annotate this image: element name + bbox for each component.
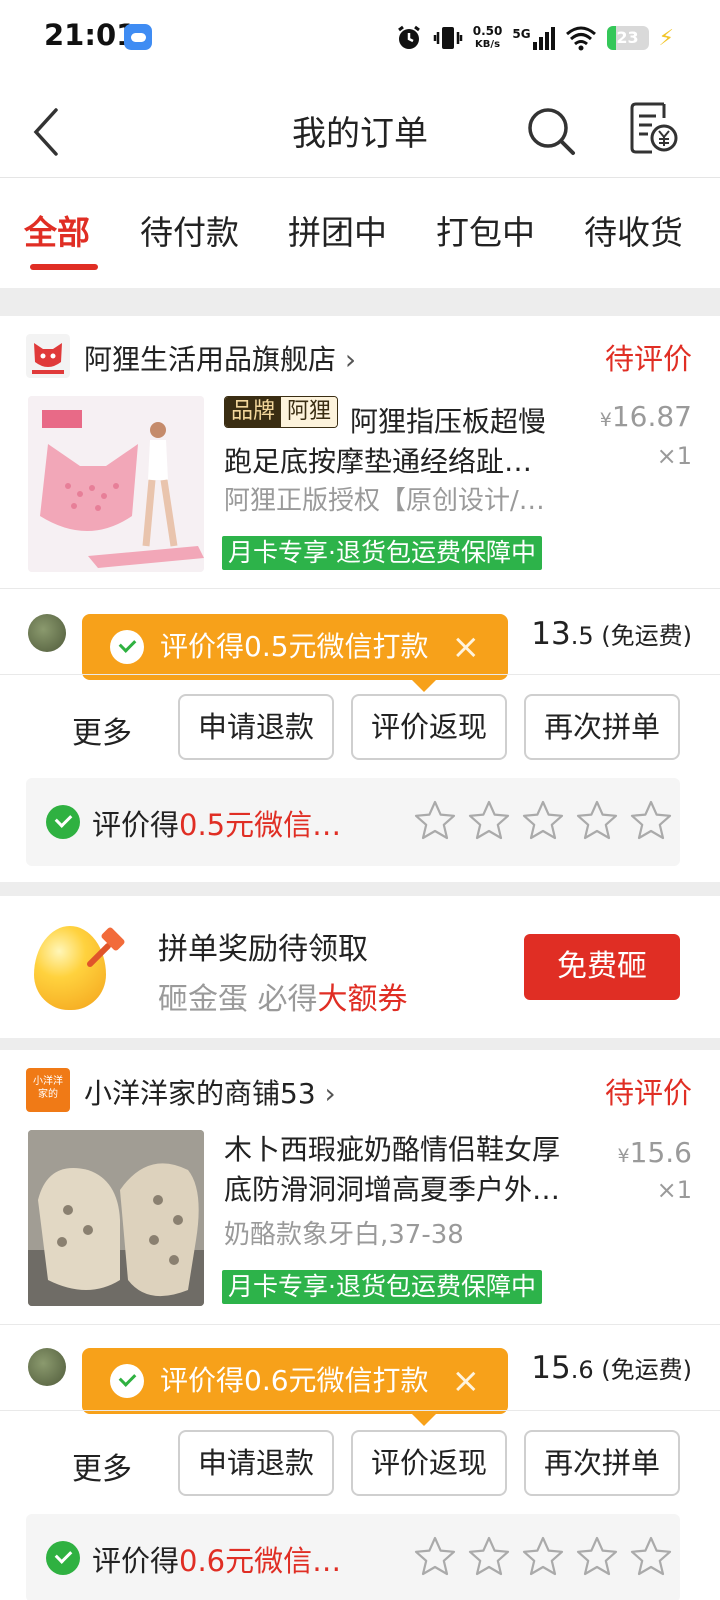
order-total: 13.5 (免运费): [531, 616, 692, 652]
order-status: 待评价: [604, 1076, 692, 1110]
tab-pending-receipt[interactable]: 待收货: [584, 206, 683, 254]
product-quantity: ×1: [656, 442, 692, 470]
review-reward-text: 评价得0.6元微信…: [92, 1544, 342, 1578]
net-speed: 0.50 KB/s: [472, 24, 503, 51]
divider: [0, 588, 720, 589]
avatar: [28, 614, 66, 652]
tab-packing[interactable]: 打包中: [436, 206, 535, 254]
product-price: ¥16.87: [599, 400, 692, 433]
reorder-button[interactable]: 再次拼单: [524, 1430, 680, 1496]
wechat-pay-icon: [110, 630, 144, 664]
review-reward-tooltip: 评价得0.6元微信打款 ×: [82, 1348, 508, 1426]
store-name[interactable]: 小洋洋家的商铺53 ›: [84, 1072, 336, 1112]
status-time: 21:01: [44, 18, 137, 52]
reward-subtitle: 砸金蛋 必得大额券: [158, 982, 408, 1017]
star-icon[interactable]: [412, 798, 458, 844]
refund-button[interactable]: 申请退款: [178, 694, 334, 760]
more-button[interactable]: 更多: [72, 708, 132, 752]
review-cashback-button[interactable]: 评价返现: [351, 694, 507, 760]
quick-review-box[interactable]: 评价得0.5元微信…: [26, 778, 680, 866]
tab-all[interactable]: 全部: [24, 206, 90, 254]
title-bar: 我的订单: [0, 76, 720, 178]
refund-button[interactable]: 申请退款: [178, 1430, 334, 1496]
product-spec: 阿狸正版授权【原创设计/…: [224, 486, 545, 516]
review-reward-tooltip: 评价得0.5元微信打款 ×: [82, 614, 508, 692]
store-name[interactable]: 阿狸生活用品旗舰店 ›: [84, 338, 356, 378]
close-icon[interactable]: ×: [452, 1348, 481, 1414]
divider: [0, 1410, 720, 1411]
star-icon[interactable]: [520, 1534, 566, 1580]
store-logo-ali[interactable]: [26, 334, 70, 378]
reward-banner: 拼单奖励待领取 砸金蛋 必得大额券 免费砸: [0, 896, 720, 1038]
previous-order-edge: [0, 276, 720, 288]
star-icon[interactable]: [574, 798, 620, 844]
chevron-right-icon: ›: [344, 343, 357, 376]
star-icon[interactable]: [628, 798, 674, 844]
more-button[interactable]: 更多: [72, 1444, 132, 1488]
wifi-icon: [565, 26, 596, 51]
tab-group-buying[interactable]: 拼团中: [288, 206, 387, 254]
status-icons: 0.50 KB/s 5G 23 ⚡: [395, 18, 674, 58]
hammer-icon: [87, 927, 125, 967]
reward-title: 拼单奖励待领取: [158, 932, 368, 967]
alarm-icon: [397, 25, 420, 49]
promo-badge: 月卡专享·退货包运费保障中: [222, 1270, 542, 1304]
product-title[interactable]: 品牌 阿狸 阿狸指压板超慢 跑足底按摩垫通经络趾…: [224, 396, 584, 482]
order-card: 阿狸生活用品旗舰店 › 待评价 品牌 阿狸 阿狸指压板超慢 跑足底按摩垫通经络趾… ¥…: [0, 316, 720, 882]
store-logo-xiaoyangyang[interactable]: 小洋洋 家的: [26, 1068, 70, 1112]
charging-icon: ⚡: [658, 25, 674, 51]
product-spec: 奶酪款象牙白,37-38: [224, 1220, 464, 1250]
close-icon[interactable]: ×: [452, 614, 481, 680]
battery-indicator: 23: [606, 26, 649, 50]
star-icon[interactable]: [466, 798, 512, 844]
star-icon[interactable]: [520, 798, 566, 844]
status-bar: 21:01 0.50 KB/s 5G 23 ⚡: [0, 0, 720, 76]
quick-review-box[interactable]: 评价得0.6元微信…: [26, 1514, 680, 1600]
product-quantity: ×1: [656, 1176, 692, 1204]
bill-yen-icon[interactable]: [628, 100, 678, 156]
product-image[interactable]: [28, 396, 204, 572]
product-thumbnail-art: [28, 1130, 204, 1306]
wechat-pay-icon: [46, 1541, 80, 1575]
star-icon[interactable]: [412, 1534, 458, 1580]
star-icon[interactable]: [574, 1534, 620, 1580]
brand-tag: 品牌 阿狸: [224, 396, 339, 428]
review-cashback-button[interactable]: 评价返现: [351, 1430, 507, 1496]
star-icon[interactable]: [466, 1534, 512, 1580]
search-icon[interactable]: [526, 106, 578, 158]
free-smash-button[interactable]: 免费砸: [524, 934, 680, 1000]
reorder-button[interactable]: 再次拼单: [524, 694, 680, 760]
order-total: 15.6 (免运费): [531, 1350, 692, 1386]
chevron-right-icon: ›: [324, 1077, 336, 1110]
tab-pending-payment[interactable]: 待付款: [140, 206, 239, 254]
divider: [0, 674, 720, 675]
star-icon[interactable]: [628, 1534, 674, 1580]
signal-icon: 5G: [512, 26, 555, 50]
avatar: [28, 1348, 66, 1386]
wechat-pay-icon: [110, 1364, 144, 1398]
order-tabs: 全部 待付款 拼团中 打包中 待收货: [0, 178, 720, 276]
rating-stars[interactable]: [412, 1534, 674, 1580]
vibrate-icon: [433, 27, 462, 49]
page-title: 我的订单: [292, 114, 428, 154]
promo-badge: 月卡专享·退货包运费保障中: [222, 536, 542, 570]
review-reward-text: 评价得0.5元微信…: [92, 808, 342, 842]
weather-app-icon: [124, 24, 152, 50]
product-price: ¥15.6: [617, 1136, 692, 1169]
divider: [0, 1324, 720, 1325]
active-tab-underline: [30, 264, 98, 270]
product-thumbnail-art: [28, 396, 204, 572]
product-image[interactable]: [28, 1130, 204, 1306]
rating-stars[interactable]: [412, 798, 674, 844]
order-status: 待评价: [604, 342, 692, 376]
order-card: 小洋洋 家的 小洋洋家的商铺53 › 待评价 木卜西瑕疵奶酪情侣鞋女厚 底防滑洞洞增…: [0, 1050, 720, 1600]
product-title[interactable]: 木卜西瑕疵奶酪情侣鞋女厚 底防滑洞洞增高夏季户外…: [224, 1130, 584, 1210]
wechat-pay-icon: [46, 805, 80, 839]
